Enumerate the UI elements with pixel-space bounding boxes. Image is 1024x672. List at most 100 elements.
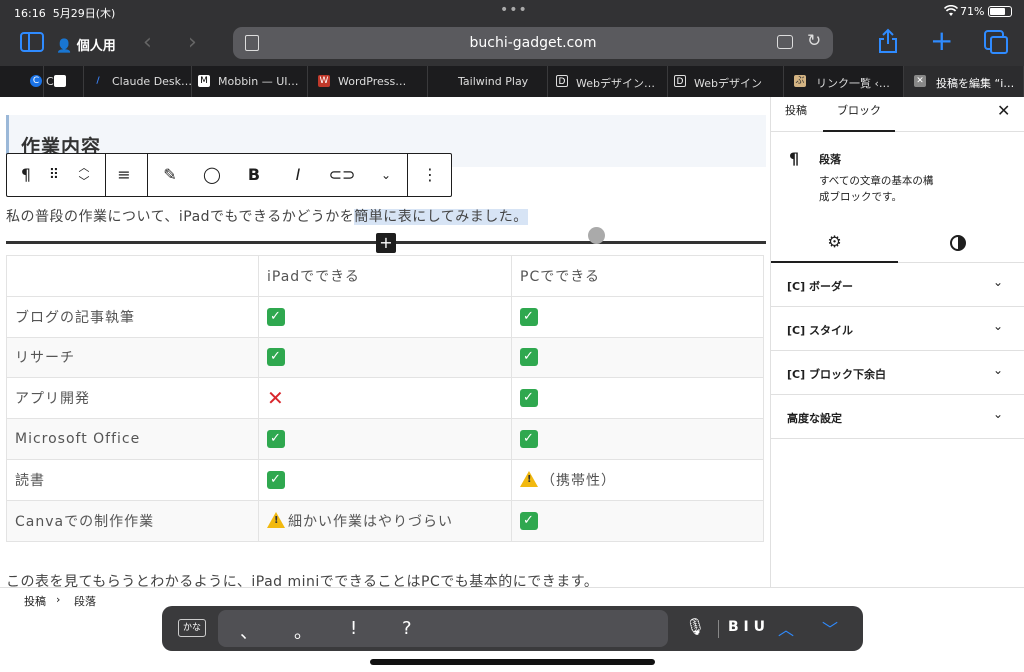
tab-overview-icon[interactable] [984, 30, 1008, 54]
tab-close-icon[interactable]: ✕ [914, 75, 926, 87]
table-cell[interactable]: ✓ [511, 377, 764, 420]
intro-paragraph[interactable]: 私の普段の作業について、iPadでもできるかどうかを簡単に表にしてみました。 [6, 206, 528, 226]
check-icon: ✓ [267, 348, 285, 367]
panel-advanced[interactable]: 高度な設定 ⌄ [771, 395, 1024, 439]
table-cell-task[interactable]: アプリ開発 [6, 377, 259, 420]
table-cell[interactable]: ✓ [511, 418, 764, 460]
tab-post[interactable]: 投稿 [785, 97, 807, 132]
new-tab-icon[interactable]: + [930, 24, 953, 57]
move-up-down-icon[interactable]: ︿ ﹀ [67, 154, 101, 196]
kana-toggle-button[interactable]: かな [178, 619, 206, 637]
table-header[interactable]: iPadでできる [258, 255, 512, 297]
comparison-table[interactable]: iPadでできる PCでできる ブログの記事執筆 ✓ ✓ リサーチ ✓ ✓ アプ… [6, 255, 764, 542]
chevron-down-icon[interactable]: ⌄ [993, 319, 1003, 333]
breadcrumb-separator: › [56, 593, 61, 606]
italic-icon[interactable]: I [281, 154, 315, 196]
candidate-item[interactable]: 。 [294, 618, 312, 644]
multitask-dots[interactable]: ••• [500, 2, 528, 18]
table-cell-task[interactable]: リサーチ [6, 336, 259, 379]
tab-item[interactable]: Tailwind Play [428, 66, 548, 97]
status-time: 16:16 5月29日(木) [14, 7, 116, 20]
table-cell[interactable]: ✓ [258, 336, 512, 379]
tab-favicon: ぶ [794, 75, 806, 87]
table-cell-task[interactable]: ブログの記事執筆 [6, 295, 259, 338]
tab-strip: C C / Claude Desk… M Mobbin — UI… W WordPre… [0, 66, 1024, 97]
check-icon: ✓ [520, 511, 538, 530]
chevron-down-icon[interactable]: ⌄ [369, 154, 403, 196]
gear-icon[interactable]: ⚙ [771, 225, 898, 263]
bold-icon[interactable]: B [237, 154, 271, 196]
tab-item[interactable]: ぶリンク一覧 ‹… [784, 66, 904, 97]
panel-border[interactable]: [C] ボーダー ⌄ [771, 263, 1024, 307]
candidate-item[interactable]: 、 [240, 618, 258, 644]
styles-contrast-icon[interactable] [950, 235, 966, 251]
block-inserter-button[interactable]: + [376, 233, 396, 253]
table-cell[interactable]: ✓ [258, 418, 512, 460]
table-cell[interactable]: 細かい作業はやりづらい [258, 499, 512, 542]
panel-style[interactable]: [C] スタイル ⌄ [771, 307, 1024, 351]
table-cell[interactable]: （携帯性） [511, 458, 764, 501]
more-options-icon[interactable]: ⋮ [413, 154, 447, 196]
table-cell-task[interactable]: Microsoft Office [6, 418, 259, 460]
panel-block-margin[interactable]: [C] ブロック下余白 ⌄ [771, 351, 1024, 395]
table-cell[interactable]: ✓ [511, 295, 764, 338]
tab-item[interactable]: D Webデザイン… [548, 66, 668, 97]
profile-button[interactable]: 👤 個人用 [56, 35, 116, 54]
breadcrumb-root[interactable]: 投稿 [24, 593, 46, 609]
table-header-row: iPadでできる PCでできる [6, 255, 764, 297]
chevron-down-icon[interactable]: ⌄ [993, 407, 1003, 421]
chevron-down-icon[interactable]: ⌄ [993, 363, 1003, 377]
highlight-icon[interactable]: ✎ [153, 154, 187, 196]
table-header[interactable]: PCでできる [511, 255, 764, 297]
link-icon[interactable]: ⊂⊃ [325, 154, 359, 196]
tab-item[interactable]: / Claude Desk… [84, 66, 192, 97]
circle-format-icon[interactable]: ◯ [195, 154, 229, 196]
chevron-up-icon[interactable]: ︿ [778, 616, 794, 640]
url-text[interactable]: buchi-gadget.com [233, 35, 833, 51]
forward-button[interactable]: › [188, 30, 197, 55]
back-button[interactable]: ‹ [143, 30, 152, 55]
text-format-button[interactable]: B I U [728, 619, 765, 635]
block-description: すべての文章の基本の構成ブロックです。 [819, 175, 934, 203]
tab-item[interactable]: D Webデザイン [668, 66, 784, 97]
summary-paragraph[interactable]: この表を見てもらうとわかるように、iPad miniでできることはPCでも基本的… [6, 571, 598, 587]
microphone-icon[interactable]: 🎙 [685, 617, 705, 636]
chevron-down-icon[interactable]: ﹀ [822, 616, 838, 640]
tab-item[interactable]: C [44, 66, 84, 97]
candidate-item[interactable]: ! [350, 618, 357, 639]
check-icon: ✓ [520, 348, 538, 367]
drag-handle-icon[interactable]: ⠿ [37, 154, 71, 196]
home-indicator[interactable] [370, 659, 655, 665]
table-cell[interactable]: ✓ [258, 458, 512, 501]
table-cell-task[interactable]: 読書 [6, 458, 259, 501]
warning-icon [520, 470, 538, 487]
table-cell[interactable]: ✕ [258, 377, 512, 420]
align-icon[interactable]: ≡ [107, 154, 141, 196]
check-icon: ✓ [267, 470, 285, 489]
extension-icon[interactable] [777, 35, 793, 49]
reload-icon[interactable]: ↻ [807, 31, 821, 51]
sidebar-toggle-icon[interactable] [20, 32, 44, 52]
breadcrumb-current[interactable]: 段落 [74, 593, 96, 609]
table-cell[interactable]: ✓ [511, 336, 764, 379]
table-cell-task[interactable]: Canvaでの制作作業 [6, 499, 259, 542]
tab-item-active[interactable]: ✕ 投稿を編集 “i… [904, 66, 1024, 97]
check-icon: ✓ [520, 389, 538, 408]
table-cell[interactable]: ✓ [511, 499, 764, 542]
table-header[interactable] [6, 255, 259, 297]
table-row: 読書 ✓ （携帯性） [6, 458, 764, 501]
candidate-item[interactable]: ? [402, 618, 412, 639]
tab-item[interactable]: W WordPress… [308, 66, 428, 97]
check-icon: ✓ [520, 430, 538, 449]
tab-item[interactable]: C [28, 66, 44, 97]
tab-favicon: M [198, 75, 210, 87]
table-cell[interactable]: ✓ [258, 295, 512, 338]
chevron-down-icon[interactable]: ⌄ [993, 275, 1003, 289]
share-icon[interactable] [878, 28, 898, 54]
tab-block[interactable]: ブロック [823, 97, 895, 132]
tab-item[interactable]: M Mobbin — UI… [192, 66, 308, 97]
selected-text[interactable]: 簡単に表にしてみました。 [354, 209, 528, 225]
table-row: ブログの記事執筆 ✓ ✓ [6, 295, 764, 338]
address-bar[interactable]: buchi-gadget.com ↻ [233, 27, 833, 59]
close-icon[interactable]: ✕ [997, 101, 1010, 120]
